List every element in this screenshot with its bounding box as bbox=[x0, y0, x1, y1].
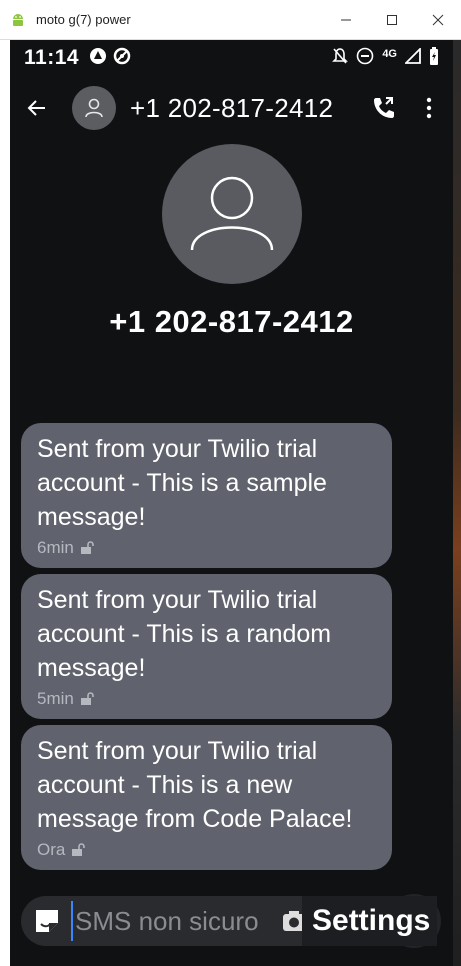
message-bubble[interactable]: Sent from your Twilio trial account - Th… bbox=[21, 574, 392, 719]
message-bubble[interactable]: Sent from your Twilio trial account - Th… bbox=[21, 725, 392, 870]
unlocked-icon bbox=[71, 843, 86, 857]
message-text: Sent from your Twilio trial account - Th… bbox=[37, 435, 327, 531]
message-time: 5min bbox=[37, 689, 74, 708]
close-button[interactable] bbox=[415, 0, 461, 40]
notifications-off-icon bbox=[332, 47, 349, 69]
back-button[interactable] bbox=[22, 93, 52, 123]
sync-icon bbox=[113, 47, 131, 69]
message-time: Ora bbox=[37, 840, 66, 859]
contact-avatar-small[interactable] bbox=[72, 86, 116, 130]
settings-overlay-label[interactable]: Settings bbox=[302, 896, 437, 946]
message-text: Sent from your Twilio trial account - Th… bbox=[37, 737, 353, 833]
arrow-back-icon bbox=[27, 100, 45, 116]
sticker-icon bbox=[36, 910, 58, 932]
contact-name: +1 202-817-2412 bbox=[109, 304, 354, 339]
background-strip bbox=[453, 40, 461, 966]
person-icon bbox=[190, 176, 273, 251]
phone-screen: 11:14 4G +1 202-817-2412 +1 202-817-2412… bbox=[10, 40, 453, 966]
phone-call-icon bbox=[374, 97, 394, 118]
message-input[interactable] bbox=[71, 901, 271, 941]
status-bar: 11:14 4G bbox=[10, 40, 453, 76]
network-type: 4G bbox=[382, 48, 397, 60]
sticker-button[interactable] bbox=[31, 905, 63, 937]
maximize-button[interactable] bbox=[369, 0, 415, 40]
unlocked-icon bbox=[80, 692, 94, 706]
contact-avatar-large[interactable] bbox=[161, 144, 302, 284]
call-button[interactable] bbox=[367, 91, 401, 125]
conversation-title[interactable]: +1 202-817-2412 bbox=[130, 93, 333, 124]
android-icon bbox=[8, 10, 28, 30]
more-options-button[interactable] bbox=[419, 91, 439, 125]
message-list: Sent from your Twilio trial account - Th… bbox=[21, 423, 392, 876]
person-icon bbox=[85, 98, 103, 118]
message-time: 6min bbox=[37, 538, 74, 557]
do-not-disturb-icon bbox=[356, 47, 374, 69]
window-title: moto g(7) power bbox=[36, 12, 131, 27]
signal-icon bbox=[403, 46, 421, 68]
unlocked-icon bbox=[80, 541, 94, 555]
window-titlebar: moto g(7) power bbox=[0, 0, 461, 40]
conversation-app-bar: +1 202-817-2412 bbox=[10, 86, 453, 130]
minimize-button[interactable] bbox=[323, 0, 369, 40]
message-bubble[interactable]: Sent from your Twilio trial account - Th… bbox=[21, 423, 392, 568]
status-time: 11:14 bbox=[24, 46, 80, 69]
drive-icon bbox=[89, 47, 107, 69]
message-text: Sent from your Twilio trial account - Th… bbox=[37, 586, 332, 682]
contact-header: +1 202-817-2412 bbox=[10, 144, 453, 340]
battery-icon bbox=[429, 47, 439, 69]
more-vert-icon bbox=[426, 97, 432, 119]
